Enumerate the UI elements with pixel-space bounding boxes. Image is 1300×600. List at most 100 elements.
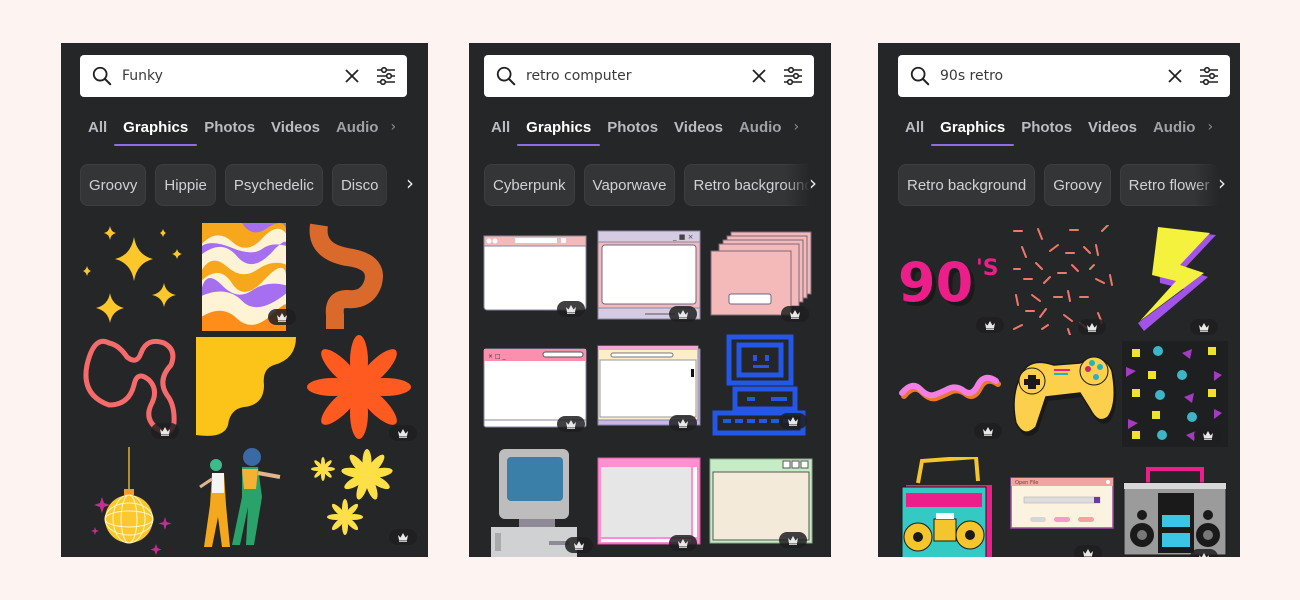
- premium-crown-badge: [1190, 319, 1218, 335]
- filter-sliders-icon[interactable]: [782, 65, 804, 87]
- graphic-disco-ball[interactable]: [79, 447, 191, 555]
- crown-icon: [398, 533, 408, 542]
- tab-audio[interactable]: Audio: [739, 119, 782, 136]
- tabs-next-chevron-icon[interactable]: ›: [1207, 119, 1213, 135]
- graphic-pink-boombox[interactable]: [900, 457, 996, 557]
- graphic-lavender-window-frame[interactable]: _ ■ ×: [597, 230, 701, 322]
- crown-icon: [398, 429, 408, 438]
- graphic-pink-browser-window[interactable]: [483, 235, 587, 317]
- graphic-open-file-dialog[interactable]: Open File: [1010, 477, 1114, 557]
- tab-audio[interactable]: Audio: [1153, 119, 1196, 136]
- graphic-orange-flower[interactable]: [303, 335, 417, 443]
- graphic-game-controller[interactable]: [1010, 345, 1118, 445]
- tab-graphics[interactable]: Graphics: [931, 119, 1015, 146]
- premium-crown-badge: [974, 423, 1002, 439]
- search-bar[interactable]: 90s retro: [898, 55, 1230, 97]
- graphic-cream-browser-window[interactable]: [597, 345, 701, 431]
- graphic-memphis-pattern[interactable]: [1122, 341, 1228, 447]
- search-icon: [910, 66, 930, 86]
- graphic-orange-squiggle[interactable]: [307, 221, 419, 329]
- chip-hippie[interactable]: Hippie: [155, 164, 216, 206]
- crown-icon: [788, 417, 798, 426]
- chips-fade: [1194, 161, 1240, 209]
- close-icon[interactable]: [343, 67, 361, 85]
- suggestion-chips: Cyberpunk Vaporwave Retro background: [484, 164, 831, 206]
- results-grid: _ ■ × × □ _: [469, 215, 831, 557]
- svg-text:× □ _: × □ _: [488, 353, 507, 360]
- crown-icon: [277, 313, 287, 322]
- tab-graphics[interactable]: Graphics: [517, 119, 601, 146]
- search-bar[interactable]: Funky: [80, 55, 407, 97]
- content-type-tabs: All Graphics Photos Videos Audio ›: [491, 115, 799, 146]
- tab-videos[interactable]: Videos: [674, 119, 723, 136]
- tab-audio[interactable]: Audio: [336, 119, 379, 136]
- graphic-green-cream-window[interactable]: [709, 458, 813, 548]
- graphic-pink-squiggle[interactable]: [898, 345, 1008, 449]
- crown-icon: [1087, 323, 1097, 332]
- chips-next-chevron-icon[interactable]: ›: [406, 171, 414, 195]
- chip-vaporwave[interactable]: Vaporwave: [583, 164, 676, 206]
- graphic-wavy-psychedelic-pattern[interactable]: [202, 223, 296, 331]
- graphic-pink-scroll-window[interactable]: [597, 457, 701, 551]
- chip-psychedelic[interactable]: Psychedelic: [224, 164, 323, 206]
- tab-videos[interactable]: Videos: [271, 119, 320, 136]
- crown-icon: [566, 420, 576, 429]
- graphic-yellow-flowers[interactable]: [303, 447, 417, 555]
- chip-retro-background[interactable]: Retro background: [898, 164, 1036, 206]
- results-grid: 90 90 'S Open File: [878, 215, 1240, 557]
- premium-crown-badge: [976, 317, 1004, 333]
- premium-crown-badge: [1074, 545, 1102, 557]
- premium-crown-badge: [1190, 549, 1218, 557]
- crown-icon: [566, 305, 576, 314]
- graphic-pink-search-window[interactable]: × □ _: [483, 348, 587, 432]
- search-input[interactable]: Funky: [122, 68, 343, 84]
- graphic-vintage-computer[interactable]: [489, 449, 593, 557]
- tab-photos[interactable]: Photos: [204, 119, 255, 136]
- crown-icon: [678, 310, 688, 319]
- chips-next-chevron-icon[interactable]: ›: [1218, 171, 1226, 195]
- chip-cyberpunk[interactable]: Cyberpunk: [484, 164, 575, 206]
- tab-all[interactable]: All: [88, 119, 107, 136]
- tab-videos[interactable]: Videos: [1088, 119, 1137, 136]
- 90s-text: 90: [898, 251, 973, 314]
- search-input[interactable]: retro computer: [526, 68, 750, 84]
- search-bar[interactable]: retro computer: [484, 55, 814, 97]
- graphic-lightning-bolt[interactable]: [1122, 225, 1228, 335]
- graphic-gray-boombox[interactable]: [1122, 467, 1228, 557]
- tabs-next-chevron-icon[interactable]: ›: [390, 119, 396, 135]
- graphic-pink-squiggle-loop[interactable]: [79, 335, 191, 443]
- premium-crown-badge: [389, 425, 417, 441]
- chip-groovy[interactable]: Groovy: [1044, 164, 1111, 206]
- filter-sliders-icon[interactable]: [375, 65, 397, 87]
- search-input[interactable]: 90s retro: [940, 68, 1166, 84]
- chips-fade: [382, 161, 428, 209]
- premium-crown-badge: [669, 535, 697, 551]
- crown-icon: [985, 321, 995, 330]
- graphic-confetti-lines[interactable]: [1010, 225, 1116, 335]
- crown-icon: [1199, 553, 1209, 557]
- graphic-90s-text[interactable]: 90 90 'S: [896, 235, 1008, 333]
- graphic-stacked-pink-windows[interactable]: [709, 230, 815, 322]
- graphic-yellow-wavy-corner[interactable]: [192, 335, 304, 443]
- close-icon[interactable]: [750, 67, 768, 85]
- graphic-blue-pixel-computer[interactable]: [709, 333, 815, 439]
- tab-all[interactable]: All: [905, 119, 924, 136]
- premium-crown-badge: [389, 529, 417, 545]
- graphic-dancing-couple[interactable]: [196, 447, 308, 555]
- chips-next-chevron-icon[interactable]: ›: [809, 171, 817, 195]
- crown-icon: [983, 427, 993, 436]
- chip-groovy[interactable]: Groovy: [80, 164, 147, 206]
- filter-sliders-icon[interactable]: [1198, 65, 1220, 87]
- tabs-next-chevron-icon[interactable]: ›: [793, 119, 799, 135]
- tab-graphics[interactable]: Graphics: [114, 119, 198, 146]
- premium-crown-badge: [781, 306, 809, 322]
- graphic-sparkles[interactable]: [79, 221, 191, 329]
- tab-photos[interactable]: Photos: [607, 119, 658, 136]
- premium-crown-badge: [779, 413, 807, 429]
- close-icon[interactable]: [1166, 67, 1184, 85]
- chip-disco[interactable]: Disco: [331, 164, 388, 206]
- tab-photos[interactable]: Photos: [1021, 119, 1072, 136]
- crown-icon: [1083, 549, 1093, 557]
- tab-all[interactable]: All: [491, 119, 510, 136]
- crown-icon: [678, 419, 688, 428]
